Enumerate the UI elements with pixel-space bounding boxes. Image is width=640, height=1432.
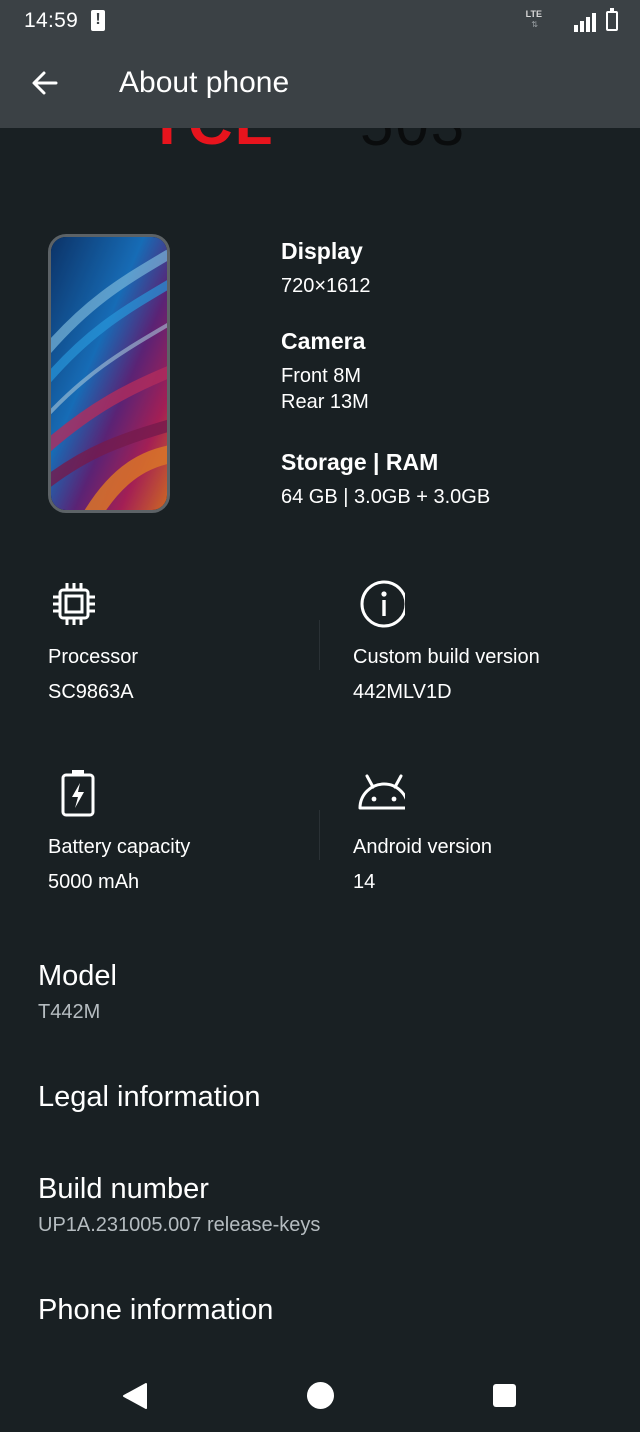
grid-divider [319,620,320,670]
spec-storage: Storage | RAM 64 GB | 3.0GB + 3.0GB [281,449,490,510]
processor-item[interactable]: Processor SC9863A [48,578,138,704]
spec-camera: Camera Front 8M Rear 13M [281,328,369,415]
custom-build-item[interactable]: Custom build version 442MLV1D [353,578,540,704]
status-icons: LTE ⇅ [508,8,618,33]
battery-capacity-value: 5000 mAh [48,871,140,893]
back-button[interactable] [28,66,62,100]
battery-charging-icon [61,770,95,817]
info-icon [360,580,405,628]
build-number-row[interactable]: Build number UP1A.231005.007 release-key… [38,1173,616,1237]
model-value: T442M [38,1001,101,1023]
android-icon [358,774,405,810]
page-title: About phone [119,66,290,99]
top-bar: 14:59 ! LTE ⇅ About phone [0,0,640,128]
brand-logo: TCL 503 [0,128,640,154]
grid-divider [319,810,320,860]
alert-glyph: ! [95,11,101,28]
legal-information-title: Legal information [38,1081,261,1113]
legal-information-row[interactable]: Legal information [38,1081,616,1114]
phone-information-title: Phone information [38,1294,274,1326]
spec-camera-title: Camera [281,328,366,354]
arrow-left-icon [32,71,58,95]
navigation-bar [0,1358,640,1432]
model-title: Model [38,960,117,992]
android-version-value: 14 [353,871,376,893]
custom-build-label: Custom build version [353,646,540,668]
data-activity-icon: ⇅ [531,20,538,29]
phone-image [48,234,170,513]
battery-capacity-label: Battery capacity [48,836,191,858]
chip-icon [53,583,95,625]
spec-display-title: Display [281,238,363,264]
battery-capacity-item[interactable]: Battery capacity 5000 mAh [48,768,190,894]
spec-camera-front: Front 8M [281,365,362,387]
build-number-title: Build number [38,1173,209,1205]
android-version-item[interactable]: Android version 14 [353,768,492,894]
processor-value: SC9863A [48,681,134,703]
nav-recents-icon[interactable] [493,1384,516,1407]
phone-information-row[interactable]: Phone information [38,1294,616,1327]
alert-icon: ! [91,10,105,31]
status-time: 14:59 [24,9,79,32]
battery-icon [606,8,618,31]
nav-back-icon[interactable] [122,1383,148,1409]
signal-icon [574,13,596,32]
android-version-label: Android version [353,836,492,858]
custom-build-value: 442MLV1D [353,681,452,703]
spec-display: Display 720×1612 [281,238,371,299]
build-number-value: UP1A.231005.007 release-keys [38,1214,321,1236]
spec-storage-value: 64 GB | 3.0GB + 3.0GB [281,486,491,508]
lte-icon: LTE [525,9,542,19]
brand-logo-dark: 503 [360,128,466,154]
spec-display-value: 720×1612 [281,275,371,297]
spec-storage-title: Storage | RAM [281,449,439,475]
spec-camera-rear: Rear 13M [281,391,369,413]
model-row[interactable]: Model T442M [38,960,616,1024]
brand-logo-red: TCL [148,128,275,154]
processor-label: Processor [48,646,139,668]
nav-home-icon[interactable] [307,1382,334,1409]
